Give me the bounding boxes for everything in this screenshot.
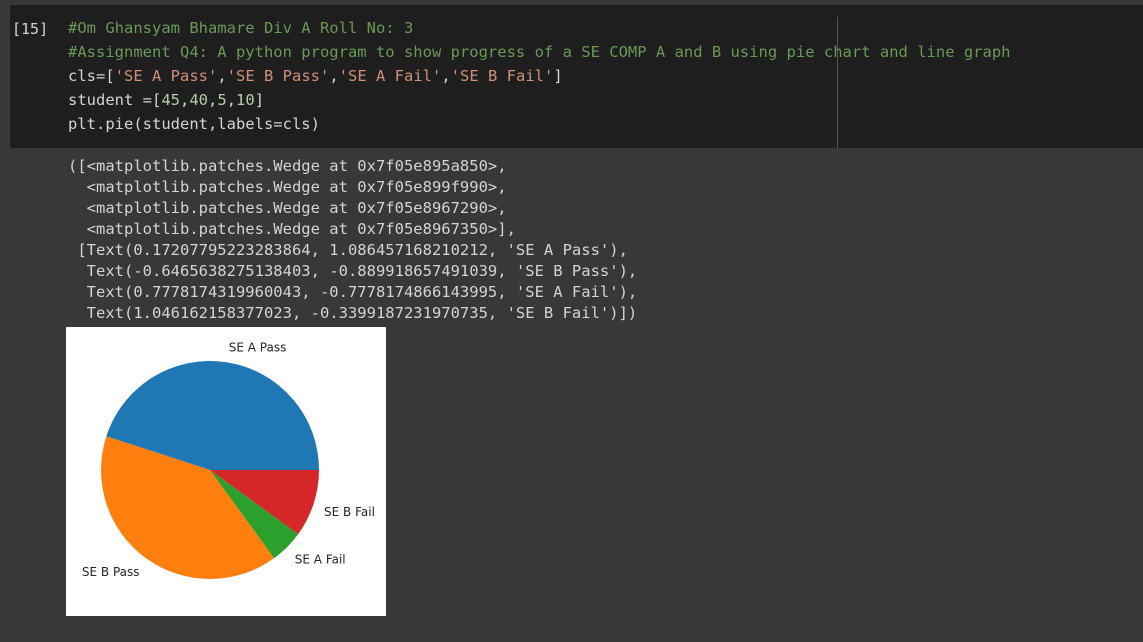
output-line: ([<matplotlib.patches.Wedge at 0x7f05e89… <box>68 157 507 175</box>
execution-count: [15] <box>12 20 49 38</box>
code-line: cls=['SE A Pass','SE B Pass','SE A Fail'… <box>68 64 1011 88</box>
code-token: , <box>217 67 227 85</box>
pie-label: SE A Fail <box>295 553 346 567</box>
pie-label: SE B Pass <box>82 565 140 579</box>
code-token: #Assignment Q4: A python program to show… <box>68 43 1011 61</box>
code-token: cls=[ <box>68 67 115 85</box>
code-token: ] <box>254 91 265 109</box>
pie-chart: SE A Pass SE B Pass SE A Fail SE B Fail <box>82 341 375 579</box>
code-token: 10 <box>236 91 255 109</box>
code-token: ] <box>553 67 563 85</box>
code-token: , <box>226 91 237 109</box>
code-token: 45 <box>161 91 180 109</box>
output-line: <matplotlib.patches.Wedge at 0x7f05e899f… <box>68 178 507 196</box>
code-token: 'SE A Fail' <box>338 67 442 85</box>
pie-label: SE B Fail <box>324 505 375 519</box>
code-token: student =[ <box>68 91 162 109</box>
code-editor[interactable]: #Om Ghansyam Bhamare Div A Roll No: 3 #As… <box>68 16 1011 136</box>
code-token: , <box>208 91 218 109</box>
output-line: <matplotlib.patches.Wedge at 0x7f05e8967… <box>68 220 516 238</box>
code-token: 40 <box>189 91 209 109</box>
output-line: Text(0.7778174319960043, -0.777817486614… <box>68 283 638 301</box>
output-line: Text(1.046162158377023, -0.3399187231970… <box>68 304 638 322</box>
output-line: [Text(0.17207795223283864, 1.08645716821… <box>68 241 628 259</box>
code-token: , <box>329 67 339 85</box>
code-line: #Om Ghansyam Bhamare Div A Roll No: 3 <box>68 16 1011 40</box>
code-line: plt.pie(student,labels=cls) <box>68 112 1011 136</box>
code-token: plt.pie(student,labels=cls) <box>68 115 320 133</box>
code-token: 'SE B Pass' <box>226 67 330 85</box>
output-line: Text(-0.6465638275138403, -0.88991865749… <box>68 262 638 280</box>
pie-label: SE A Pass <box>229 341 287 355</box>
code-line: #Assignment Q4: A python program to show… <box>68 40 1011 64</box>
code-token: , <box>180 91 190 109</box>
code-line: student =[45,40,5,10] <box>68 88 1011 112</box>
code-token: 5 <box>217 91 227 109</box>
code-token: 'SE B Fail' <box>450 67 554 85</box>
code-token: 'SE A Pass' <box>114 67 218 85</box>
cell-output-text: ([<matplotlib.patches.Wedge at 0x7f05e89… <box>68 156 637 324</box>
pie-chart-figure: SE A Pass SE B Pass SE A Fail SE B Fail <box>66 327 386 616</box>
code-token: , <box>441 67 451 85</box>
output-line: <matplotlib.patches.Wedge at 0x7f05e8967… <box>68 199 507 217</box>
code-token: #Om Ghansyam Bhamare Div A Roll No: 3 <box>68 19 414 37</box>
